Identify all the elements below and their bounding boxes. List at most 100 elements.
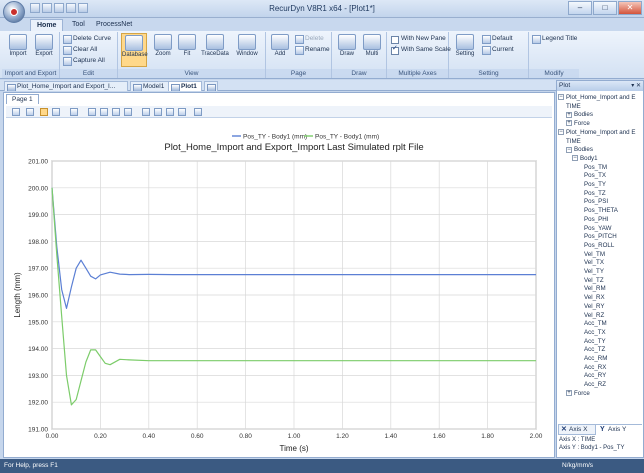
new-tab-button[interactable] [204,81,218,91]
tab-axis-x[interactable]: ✕ Axis X [558,425,596,435]
database-tree[interactable]: − Plot_Home_Import and E TIME + Bodies + Force… [558,93,642,403]
tree-item[interactable]: Vel_TX [584,258,604,267]
tree-item[interactable]: Pos_TM [584,163,607,172]
tree-item[interactable]: TIME [566,137,581,146]
tree-folder[interactable]: + Bodies [566,110,593,119]
panel-pin-close-icon[interactable]: ▾ ✕ [631,81,641,91]
tree-item[interactable]: Acc_TZ [584,345,605,354]
import-button[interactable]: Import [6,33,30,67]
collapse-icon[interactable]: − [558,129,564,136]
group-page: Add Delete Rename Page [266,32,332,78]
capture-all-button[interactable]: Capture All [62,56,105,66]
y-tick-label: 191.00 [28,427,48,434]
rename-page-button[interactable]: Rename [294,45,330,55]
maximize-button[interactable]: □ [593,1,617,15]
tree-item[interactable]: Acc_RM [584,354,607,363]
window-button[interactable]: Window [232,33,262,67]
draw-button[interactable]: Draw [335,33,359,67]
tree-item[interactable]: Acc_TY [584,337,606,346]
app-menu-button[interactable] [3,1,25,23]
tree-folder[interactable]: − Body1 [572,154,598,163]
tab-processnet[interactable]: ProcessNet [90,19,138,31]
tree-item[interactable]: Vel_TZ [584,276,604,285]
status-bar: For Help, press F1 N/kg/mm/s [0,459,644,473]
expand-icon[interactable]: + [566,390,572,397]
collapse-icon[interactable]: − [572,155,578,162]
expand-icon[interactable]: + [566,120,572,127]
tree-item[interactable]: Vel_RY [584,302,605,311]
tree-folder[interactable]: + Force [566,389,590,398]
cursor-icon[interactable] [70,108,78,116]
legend-title-button[interactable]: Legend Title [531,34,577,44]
tab-tool[interactable]: Tool [66,19,91,31]
current-button[interactable]: Current [481,45,514,55]
tree-item[interactable]: Vel_TY [584,267,604,276]
select-icon[interactable] [12,108,20,116]
copy-icon[interactable] [142,108,150,116]
tree-item[interactable]: Pos_TY [584,180,606,189]
tree-item[interactable]: Pos_TX [584,171,606,180]
delete-page-button[interactable]: Delete [294,34,324,44]
close-button[interactable]: ✕ [618,1,642,15]
grid-icon[interactable] [124,108,132,116]
clear-all-button[interactable]: Clear All [62,45,97,55]
tree-item[interactable]: Vel_RZ [584,311,604,320]
tree-item[interactable]: Acc_RX [584,363,606,372]
tree-item[interactable]: Pos_PHI [584,215,608,224]
paste-icon[interactable] [154,108,162,116]
export-button[interactable]: Export [32,33,56,67]
tree-item[interactable]: Pos_PITCH [584,232,617,241]
x-tick-label: 1.60 [433,433,446,440]
eye-icon[interactable] [112,108,120,116]
tab-axis-y[interactable]: Y Axis Y [598,425,638,435]
expand-icon[interactable]: + [566,111,572,118]
tree-item[interactable]: Acc_TX [584,328,606,337]
marker-icon[interactable] [100,108,108,116]
zoom-fit-icon[interactable] [52,108,60,116]
default-button[interactable]: Default [481,34,513,44]
tree-item[interactable]: Vel_RX [584,293,605,302]
with-new-pane-checkbox[interactable]: With New Pane [391,34,446,44]
tab-plot-import-export[interactable]: Plot_Home_Import and Export_I... [4,81,128,91]
export-image-icon[interactable] [178,108,186,116]
tab-model1[interactable]: Model1 [130,81,170,91]
collapse-icon[interactable]: − [566,146,572,153]
tab-home[interactable]: Home [30,19,64,31]
tree-folder[interactable]: − Bodies [566,145,593,154]
tab-plot1[interactable]: Plot1 [168,81,202,91]
tree-item[interactable]: Pos_THETA [584,206,618,215]
ruler-icon[interactable] [88,108,96,116]
add-page-button[interactable]: Add [268,33,292,67]
tree-item[interactable]: Pos_TZ [584,189,606,198]
tools-icon[interactable] [194,108,202,116]
tree-item[interactable]: Vel_TM [584,250,605,259]
tree-item[interactable]: Pos_ROLL [584,241,614,250]
tracedata-button[interactable]: TraceData [200,33,230,67]
tree-item[interactable]: Acc_TM [584,319,607,328]
delete-curve-button[interactable]: Delete Curve [62,34,111,44]
tree-item[interactable]: Acc_RY [584,371,606,380]
zoom-icon [154,34,172,50]
zoom-button[interactable]: Zoom [151,33,175,67]
collapse-icon[interactable]: − [558,94,564,101]
tree-item[interactable]: Vel_RM [584,284,606,293]
zoom-window-icon[interactable] [40,108,48,116]
tree-folder[interactable]: + Force [566,119,590,128]
with-same-scale-checkbox[interactable]: With Same Scale [391,44,451,55]
pan-icon[interactable] [26,108,34,116]
print-icon[interactable] [166,108,174,116]
setting-button[interactable]: Setting [452,33,478,67]
tree-folder[interactable]: − Plot_Home_Import and E [558,93,635,102]
tree-item[interactable]: Acc_RZ [584,380,606,389]
fit-button[interactable]: Fit [175,33,199,67]
minimize-button[interactable]: – [568,1,592,15]
database-button[interactable]: Database [121,33,148,67]
group-label: Modify [529,69,579,78]
line-chart[interactable]: 0.00 0.20 0.40 0.60 0.80 1.00 1.20 1.40 1.60 1.80… [6,119,552,457]
tree-item[interactable]: Pos_YAW [584,224,612,233]
tree-folder[interactable]: − Plot_Home_Import and E [558,128,635,137]
multi-button[interactable]: Multi [360,33,384,67]
tree-item[interactable]: TIME [566,102,581,111]
tree-item[interactable]: Pos_PSI [584,197,608,206]
tab-page-1[interactable]: Page 1 [6,94,39,104]
